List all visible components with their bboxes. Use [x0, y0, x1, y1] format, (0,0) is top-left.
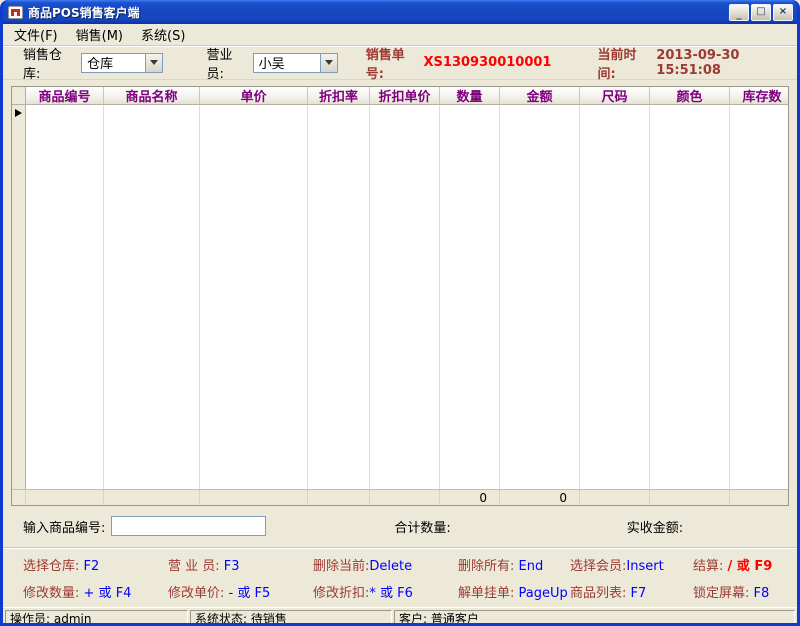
maximize-icon: □	[756, 5, 765, 19]
hint-edit-price: 修改单价: - 或 F5	[168, 582, 313, 601]
table-totals-row: 0 0	[12, 489, 788, 505]
current-row-arrow-icon	[15, 109, 22, 117]
column-header-discount-price: 折扣单价	[370, 87, 440, 104]
status-bar: 操作员: admin 系统状态: 待销售 客户: 普通客户	[3, 607, 797, 623]
warehouse-select[interactable]: 仓库	[81, 53, 162, 73]
hotkey-row-2: 修改数量: + 或 F4 修改单价: - 或 F5 修改折扣:* 或 F6 解单…	[23, 578, 797, 605]
hint-delete-current: 删除当前:Delete	[313, 555, 458, 574]
hint-select-member: 选择会员:Insert	[570, 555, 693, 574]
current-time-label: 当前时间:	[597, 44, 650, 82]
row-indicator-gutter	[12, 105, 26, 489]
current-time-value: 2013-09-30 15:51:08	[656, 48, 797, 78]
menu-sales[interactable]: 销售(M)	[67, 24, 132, 47]
column-header-item-code: 商品编号	[26, 87, 104, 104]
column-header-discount-rate: 折扣率	[308, 87, 370, 104]
column-header-item-name: 商品名称	[104, 87, 200, 104]
total-quantity-label: 合计数量:	[394, 517, 450, 536]
hint-checkout: 结算: / 或 F9	[693, 555, 797, 574]
window-title: 商品POS销售客户端	[28, 4, 140, 21]
warehouse-value: 仓库	[82, 53, 144, 72]
column-header-size: 尺码	[580, 87, 650, 104]
minimize-button[interactable]: _	[729, 4, 749, 21]
total-quantity-cell: 0	[440, 490, 500, 505]
window-controls: _ □ ×	[729, 4, 793, 21]
minimize-icon: _	[737, 8, 742, 22]
app-icon	[8, 6, 23, 19]
close-button[interactable]: ×	[773, 4, 793, 21]
hint-item-list: 商品列表: F7	[570, 582, 693, 601]
title-bar: 商品POS销售客户端 _ □ ×	[3, 0, 797, 24]
column-header-quantity: 数量	[440, 87, 500, 104]
chevron-down-icon[interactable]	[320, 54, 337, 72]
column-header-color: 颜色	[650, 87, 730, 104]
row-indicator-header	[12, 87, 26, 104]
column-header-amount: 金额	[500, 87, 580, 104]
chevron-down-icon[interactable]	[145, 54, 162, 72]
hint-delete-all: 删除所有: End	[458, 555, 570, 574]
clerk-select[interactable]: 小吴	[253, 53, 338, 73]
order-number-label: 销售单号:	[366, 44, 419, 82]
order-number-value: XS130930010001	[424, 55, 552, 70]
item-code-input-label: 输入商品编号:	[23, 517, 105, 536]
hotkey-row-1: 选择仓库: F2 营 业 员: F3 删除当前:Delete 删除所有: End…	[23, 551, 797, 578]
toolbar: 销售仓库: 仓库 营业员: 小吴 销售单号: XS130930010001 当前…	[3, 46, 797, 80]
hint-hold-resume-order: 解单挂单: PageUp	[458, 582, 570, 601]
hint-edit-discount: 修改折扣:* 或 F6	[313, 582, 458, 601]
status-operator: 操作员: admin	[5, 610, 188, 623]
entry-row: 输入商品编号: 合计数量: 实收金额:	[23, 515, 789, 537]
hint-select-warehouse: 选择仓库: F2	[23, 555, 168, 574]
warehouse-label: 销售仓库:	[23, 44, 75, 82]
client-area: 文件(F) 销售(M) 系统(S) 销售仓库: 仓库 营业员: 小吴 销售单号:…	[3, 24, 797, 623]
table-header-row: 商品编号 商品名称 单价 折扣率 折扣单价 数量 金额 尺码 颜色 库存数	[12, 87, 788, 105]
clerk-label: 营业员:	[207, 44, 247, 82]
total-amount-cell: 0	[500, 490, 580, 505]
close-icon: ×	[779, 5, 787, 19]
status-customer: 客户: 普通客户	[394, 610, 795, 623]
hint-select-clerk: 营 业 员: F3	[168, 555, 313, 574]
items-table: 商品编号 商品名称 单价 折扣率 折扣单价 数量 金额 尺码 颜色 库存数	[11, 86, 789, 506]
hint-edit-quantity: 修改数量: + 或 F4	[23, 582, 168, 601]
column-header-stock: 库存数	[730, 87, 794, 104]
hotkey-hints: 选择仓库: F2 营 业 员: F3 删除当前:Delete 删除所有: End…	[3, 547, 797, 607]
maximize-button[interactable]: □	[751, 4, 771, 21]
status-system-state: 系统状态: 待销售	[190, 610, 392, 623]
clerk-value: 小吴	[254, 53, 320, 72]
app-window: 商品POS销售客户端 _ □ × 文件(F) 销售(M) 系统(S) 销售仓库:…	[0, 0, 800, 626]
menu-system[interactable]: 系统(S)	[132, 24, 194, 47]
column-header-unit-price: 单价	[200, 87, 308, 104]
paid-amount-label: 实收金额:	[627, 517, 683, 536]
table-body	[12, 105, 788, 489]
item-code-input[interactable]	[111, 516, 266, 536]
hint-lock-screen: 锁定屏幕: F8	[693, 582, 797, 601]
